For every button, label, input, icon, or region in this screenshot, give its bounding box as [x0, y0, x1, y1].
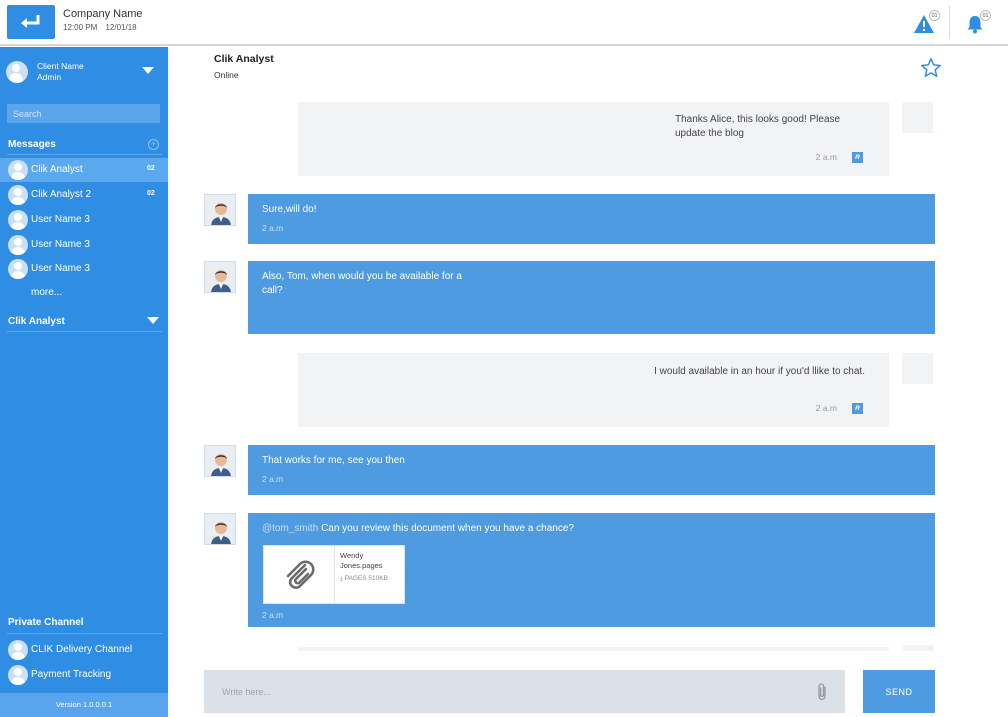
avatar — [204, 513, 236, 545]
notification-badge: 01 — [980, 10, 991, 21]
messages-section-title: Messages — [8, 139, 56, 150]
back-button[interactable] — [7, 5, 55, 39]
message-input[interactable] — [204, 670, 804, 713]
user-avatar-icon — [8, 235, 28, 255]
sidebar-item-clik-analyst[interactable]: Clik Analyst 02 — [0, 158, 168, 182]
alert-button[interactable]: 01 — [912, 10, 940, 35]
attachment-meta: PAGES 510KB — [344, 575, 388, 582]
client-name: Client Name — [37, 61, 84, 71]
search-input[interactable] — [7, 104, 160, 123]
current-date: 12/01/18 — [105, 23, 137, 32]
divider — [7, 154, 162, 155]
divider — [7, 331, 162, 332]
client-avatar — [6, 61, 28, 83]
message-time: 2 a.m — [262, 474, 284, 484]
user-photo-icon — [205, 514, 235, 544]
caret-down-icon[interactable] — [142, 67, 154, 74]
message-bubble-received: That works for me, see you then 2 a.m — [248, 445, 935, 495]
user-photo-icon — [205, 262, 235, 292]
sidebar-item-label: Clik Analyst — [31, 164, 83, 175]
message-text: Can you review this document when you ha… — [321, 523, 574, 534]
avatar — [902, 645, 933, 651]
current-time: 12:00 PM — [63, 23, 98, 32]
sidebar-item-user-name-3[interactable]: User Name 3 — [0, 208, 168, 232]
read-receipt-icon: R — [852, 403, 863, 414]
caret-down-icon[interactable] — [147, 317, 159, 324]
download-icon[interactable]: ⤓ — [340, 575, 343, 582]
avatar — [902, 353, 933, 384]
sidebar-item-clik-analyst-2[interactable]: Clik Analyst 2 02 — [0, 183, 168, 207]
company-info: Company Name 12:00 PM 12/01/18 — [63, 8, 143, 32]
message-text: Thanks Alice, this looks good! Please up… — [675, 114, 841, 139]
avatar — [204, 194, 236, 226]
read-receipt-icon: R — [852, 152, 863, 163]
chat-contact-status: Online — [214, 70, 239, 80]
sidebar-item-user-name-3[interactable]: User Name 3 — [0, 233, 168, 257]
message-time: 2 a.m — [815, 403, 837, 413]
notification-button[interactable]: 01 — [963, 10, 991, 35]
message-bubble-received: Sure,will do! 2 a.m — [248, 194, 935, 244]
message-bubble-received: Also, Tom, when would you be available f… — [248, 261, 935, 334]
user-avatar-icon — [8, 665, 28, 685]
message-text: Also, Tom, when would you be available f… — [262, 271, 462, 296]
sidebar-item-label: Payment Tracking — [31, 669, 112, 680]
sidebar: Client Name Admin Messages + Clik Analys… — [0, 47, 168, 717]
version-label: Version 1.0.0.0.1 — [0, 693, 168, 717]
attach-button[interactable] — [814, 682, 830, 702]
message-text: I would available in an hour if you'd ll… — [654, 366, 865, 377]
unread-count: 02 — [147, 165, 155, 172]
attachment-card[interactable]: Wendy Jones.pages ⤓ PAGES 510KB — [263, 545, 405, 604]
attachment-name: Wendy Jones.pages — [340, 551, 383, 570]
message-time: 2 a.m — [815, 152, 837, 162]
message-bubble-received: @tom_smith Can you review this document … — [248, 513, 935, 627]
paperclip-icon — [818, 683, 826, 701]
more-link[interactable]: more... — [31, 287, 62, 298]
company-name: Company Name — [63, 8, 143, 20]
user-photo-icon — [205, 195, 235, 225]
divider — [949, 6, 950, 39]
add-message-icon[interactable]: + — [148, 139, 159, 150]
user-photo-icon — [205, 446, 235, 476]
message-time: 2 a.m — [262, 610, 284, 620]
private-channel-title: Private Channel — [8, 617, 84, 628]
unread-count: 02 — [147, 190, 155, 197]
sidebar-item-label: User Name 3 — [31, 239, 90, 250]
avatar — [902, 102, 933, 133]
sidebar-item-label: User Name 3 — [31, 263, 90, 274]
sidebar-item-payment-tracking[interactable]: Payment Tracking — [0, 663, 168, 687]
message-bubble-sent: I would available in an hour if you'd ll… — [298, 353, 889, 427]
client-role: Admin — [37, 72, 62, 82]
avatar — [204, 445, 236, 477]
chat-contact-name: Clik Analyst — [214, 53, 274, 65]
send-button[interactable]: SEND — [863, 670, 935, 713]
user-avatar-icon — [8, 210, 28, 230]
alert-badge: 01 — [929, 10, 940, 21]
user-avatar-icon — [8, 160, 28, 180]
user-avatar-icon — [8, 259, 28, 279]
message-bubble-sent — [298, 647, 889, 651]
user-avatar-icon — [8, 185, 28, 205]
favorite-button[interactable] — [920, 57, 942, 79]
user-avatar-icon — [8, 640, 28, 660]
sidebar-item-label: User Name 3 — [31, 214, 90, 225]
paperclip-icon — [286, 559, 315, 589]
message-text: Sure,will do! — [262, 204, 317, 215]
message-text: That works for me, see you then — [262, 455, 405, 466]
sidebar-item-user-name-3[interactable]: User Name 3 — [0, 257, 168, 281]
star-icon — [921, 58, 941, 77]
client-profile[interactable]: Client Name Admin — [6, 60, 162, 84]
message-composer — [204, 670, 845, 713]
channel-select[interactable]: Clik Analyst — [8, 316, 65, 327]
return-arrow-icon — [21, 15, 40, 28]
message-bubble-sent: Thanks Alice, this looks good! Please up… — [298, 102, 889, 176]
top-bar: Company Name 12:00 PM 12/01/18 01 01 — [0, 0, 1008, 46]
sidebar-item-clik-delivery-channel[interactable]: CLIK Delivery Channel — [0, 638, 168, 662]
avatar — [204, 261, 236, 293]
message-time: 2 a.m — [262, 223, 284, 233]
sidebar-item-label: Clik Analyst 2 — [31, 189, 92, 200]
sidebar-item-label: CLIK Delivery Channel — [31, 644, 133, 655]
divider — [7, 633, 162, 634]
mention-link[interactable]: @tom_smith — [262, 523, 318, 534]
